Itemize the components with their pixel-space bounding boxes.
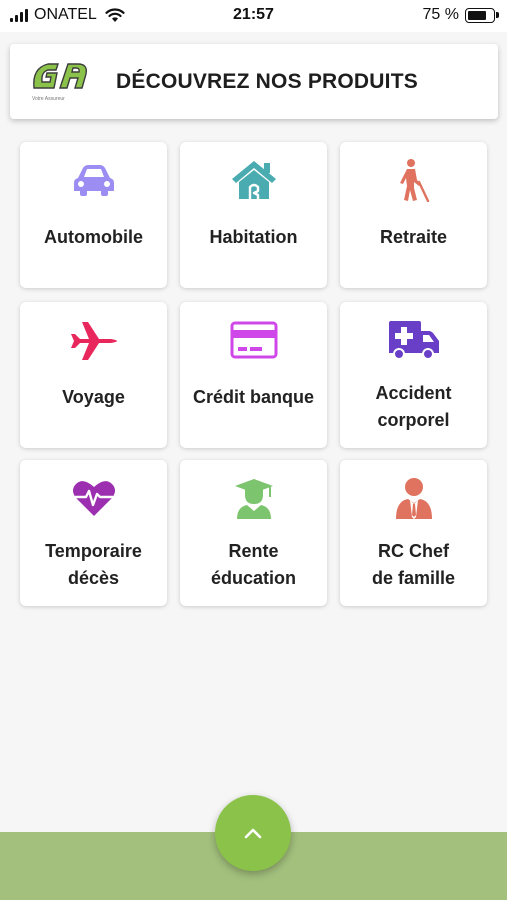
product-tile-temporaire-deces[interactable]: Temporaire décès [20, 460, 167, 606]
product-tile-rente-education[interactable]: Rente éducation [180, 460, 327, 606]
chevron-up-icon [244, 828, 262, 839]
header-card: Votre Assureur DÉCOUVREZ NOS PRODUITS [10, 44, 498, 119]
company-logo: Votre Assureur [30, 58, 94, 104]
scroll-up-button[interactable] [215, 795, 291, 871]
product-tile-habitation[interactable]: Habitation [180, 142, 327, 288]
product-label: Crédit banque [192, 387, 314, 407]
product-label: RC Chef de famille [371, 541, 456, 588]
product-label: Voyage [62, 387, 125, 407]
car-icon [73, 165, 114, 196]
credit-card-icon [230, 321, 277, 359]
battery-icon [465, 7, 495, 23]
status-bar: ONATEL 21:57 75 % [0, 0, 507, 32]
house-icon [231, 161, 276, 199]
heartbeat-icon [72, 481, 115, 516]
product-tile-credit-banque[interactable]: Crédit banque [180, 302, 327, 448]
businessman-icon [395, 478, 432, 519]
product-label: Accident corporel [375, 383, 452, 430]
elderly-person-icon [399, 159, 429, 202]
graduate-icon [234, 479, 273, 519]
product-tile-rc-chef-de-famille[interactable]: RC Chef de famille [340, 460, 487, 606]
product-label: Rente éducation [210, 541, 296, 588]
product-tile-retraite[interactable]: Retraite [340, 142, 487, 288]
product-label: Retraite [379, 227, 448, 247]
product-tile-voyage[interactable]: Voyage [20, 302, 167, 448]
ambulance-icon [388, 321, 439, 360]
product-tile-automobile[interactable]: Automobile [20, 142, 167, 288]
product-label: Automobile [44, 227, 143, 247]
product-label: Temporaire décès [45, 541, 142, 588]
battery-percentage: 75 % [422, 6, 459, 23]
page-title: DÉCOUVREZ NOS PRODUITS [116, 70, 418, 93]
airplane-icon [70, 322, 117, 360]
product-tile-accident-corporel[interactable]: Accident corporel [340, 302, 487, 448]
product-label: Habitation [209, 227, 298, 247]
